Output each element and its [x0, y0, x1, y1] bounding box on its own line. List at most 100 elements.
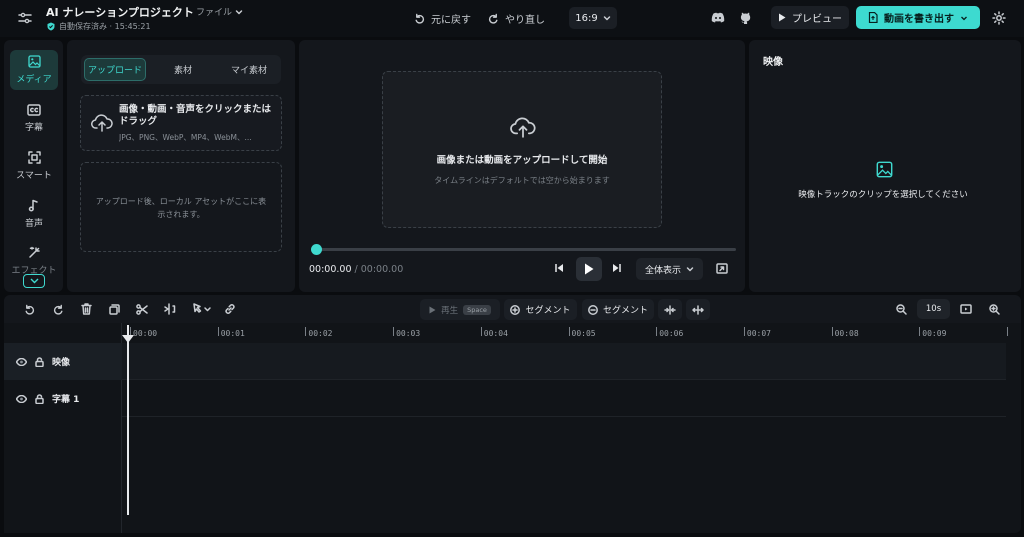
- fullscreen-icon[interactable]: [716, 263, 728, 274]
- autosave-text: 自動保存済み · 15:45:21: [59, 22, 151, 31]
- left-sidebar: メディア 字幕 スマート 音声 エフェクト: [4, 40, 63, 292]
- preview-subtitle: タイムラインはデフォルトでは空から始まります: [434, 176, 610, 185]
- fit-select[interactable]: 全体表示: [636, 258, 703, 280]
- playback-scrubber[interactable]: [313, 248, 736, 251]
- sidebar-item-smart[interactable]: スマート: [10, 146, 58, 186]
- expand-icon[interactable]: [686, 299, 710, 320]
- discord-icon[interactable]: [711, 12, 725, 24]
- track-name: 字幕 1: [52, 395, 80, 405]
- redo-label: やり直し: [505, 15, 545, 26]
- sidebar-item-label: スマート: [16, 171, 52, 181]
- file-menu-label: ファイル: [196, 8, 233, 18]
- gear-icon[interactable]: [992, 11, 1006, 25]
- ruler-label: 00:05: [571, 329, 596, 338]
- undo-icon: [415, 13, 425, 24]
- sidebar-item-label: 音声: [24, 219, 43, 229]
- ruler-label: 00:07: [746, 329, 771, 338]
- ruler-label: 00:04: [483, 329, 508, 338]
- aspect-ratio-value: 16:9: [575, 12, 598, 24]
- export-file-icon: [868, 12, 878, 23]
- zoom-out-icon[interactable]: [890, 295, 912, 323]
- current-time: 00:00.00: [309, 264, 352, 275]
- ruler-label: 00:08: [834, 329, 859, 338]
- project-title[interactable]: AI ナレーションプロジェクト: [46, 4, 194, 20]
- timeline-panel: 再生 Space セグメント セグメント 10s 映像 字幕 1 00:00 0…: [4, 295, 1021, 533]
- playhead-handle[interactable]: [122, 335, 134, 343]
- scrubber-handle[interactable]: [311, 244, 322, 255]
- chevron-down-icon: [235, 9, 243, 14]
- undo-icon[interactable]: [18, 295, 40, 323]
- ruler-label: 00:00: [133, 329, 158, 338]
- skip-back-icon[interactable]: [554, 263, 564, 273]
- file-menu[interactable]: ファイル: [196, 5, 243, 18]
- track-headers: 映像 字幕 1: [4, 323, 122, 533]
- track-header-video[interactable]: 映像: [4, 343, 122, 380]
- image-icon: [27, 55, 41, 68]
- duplicate-icon[interactable]: [103, 295, 125, 323]
- export-button[interactable]: 動画を書き出す: [856, 6, 980, 29]
- export-label: 動画を書き出す: [884, 14, 954, 25]
- timeline-ruler[interactable]: 00:00 00:01 00:02 00:03 00:04 00:05 00:06 00:07…: [122, 323, 1021, 343]
- add-segment-button[interactable]: セグメント: [504, 299, 577, 320]
- collapse-icon[interactable]: [658, 299, 682, 320]
- video-track-lane[interactable]: [122, 343, 1006, 380]
- sidebar-item-media[interactable]: メディア: [10, 50, 58, 90]
- media-tabs: アップロード 素材 マイ素材: [81, 55, 281, 84]
- fit-label: 全体表示: [644, 265, 681, 276]
- preview-label: プレビュー: [792, 14, 842, 25]
- timeline-toolbar: 再生 Space セグメント セグメント 10s: [4, 295, 1021, 323]
- ruler-tick: [1007, 327, 1008, 336]
- local-assets-area: アップロード後、ローカル アセットがここに表示されます。: [80, 162, 282, 252]
- chevron-down-icon: [686, 267, 694, 272]
- upload-dropzone[interactable]: 画像・動画・音声をクリックまたはドラッグ JPG、PNG、WebP、MP4、We…: [80, 95, 282, 151]
- undo-button[interactable]: 元に戻す: [414, 11, 471, 26]
- eye-icon[interactable]: [16, 357, 27, 366]
- split-marker-icon[interactable]: [159, 295, 181, 323]
- tab-upload[interactable]: アップロード: [84, 58, 146, 81]
- eye-icon[interactable]: [16, 394, 27, 403]
- zoom-level[interactable]: 10s: [917, 299, 950, 319]
- ruler-label: 00:01: [220, 329, 245, 338]
- tab-my-materials[interactable]: マイ素材: [219, 58, 279, 81]
- play-button-disabled[interactable]: 再生 Space: [420, 299, 500, 320]
- track-name: 映像: [52, 358, 71, 368]
- empty-assets-text: アップロード後、ローカル アセットがここに表示されます。: [95, 197, 267, 219]
- shield-check-icon: [47, 22, 55, 31]
- cloud-upload-icon: [510, 117, 536, 138]
- select-tool-dropdown[interactable]: [187, 295, 217, 323]
- sidebar-expand-button[interactable]: [23, 274, 45, 288]
- captions-track-lane[interactable]: [122, 380, 1006, 417]
- link-icon[interactable]: [219, 295, 241, 323]
- ruler-tick: [480, 327, 482, 336]
- github-icon[interactable]: [739, 11, 752, 25]
- playhead-line[interactable]: [127, 325, 129, 515]
- tab-materials[interactable]: 素材: [154, 58, 212, 81]
- sidebar-item-captions[interactable]: 字幕: [10, 98, 58, 138]
- skip-forward-icon[interactable]: [612, 263, 622, 273]
- ruler-tick: [217, 327, 219, 336]
- preview-button[interactable]: プレビュー: [771, 6, 849, 29]
- sidebar-item-label: 字幕: [24, 122, 43, 133]
- aspect-ratio-select[interactable]: 16:9: [569, 7, 617, 29]
- trash-icon[interactable]: [75, 295, 97, 323]
- sidebar-item-effects[interactable]: エフェクト: [10, 242, 58, 278]
- zoom-in-icon[interactable]: [983, 295, 1005, 323]
- ruler-tick: [568, 327, 570, 336]
- unlock-icon[interactable]: [35, 356, 44, 367]
- redo-icon[interactable]: [47, 295, 69, 323]
- captions-icon: [27, 103, 41, 116]
- remove-segment-button[interactable]: セグメント: [582, 299, 654, 320]
- add-segment-label: セグメント: [525, 306, 571, 316]
- cloud-upload-icon: [91, 114, 113, 132]
- unlock-icon[interactable]: [35, 393, 44, 404]
- scissors-icon[interactable]: [131, 295, 153, 323]
- redo-button[interactable]: やり直し: [488, 11, 545, 26]
- fit-timeline-icon[interactable]: [955, 295, 977, 323]
- sidebar-item-audio[interactable]: 音声: [10, 194, 58, 234]
- play-button[interactable]: [576, 257, 602, 281]
- ruler-tick: [919, 327, 921, 336]
- settings-sliders-icon[interactable]: [18, 11, 32, 25]
- redo-icon: [488, 13, 498, 24]
- track-header-captions[interactable]: 字幕 1: [4, 380, 122, 417]
- preview-canvas[interactable]: 画像または動画をアップロードして開始 タイムラインはデフォルトでは空から始まりま…: [382, 71, 662, 228]
